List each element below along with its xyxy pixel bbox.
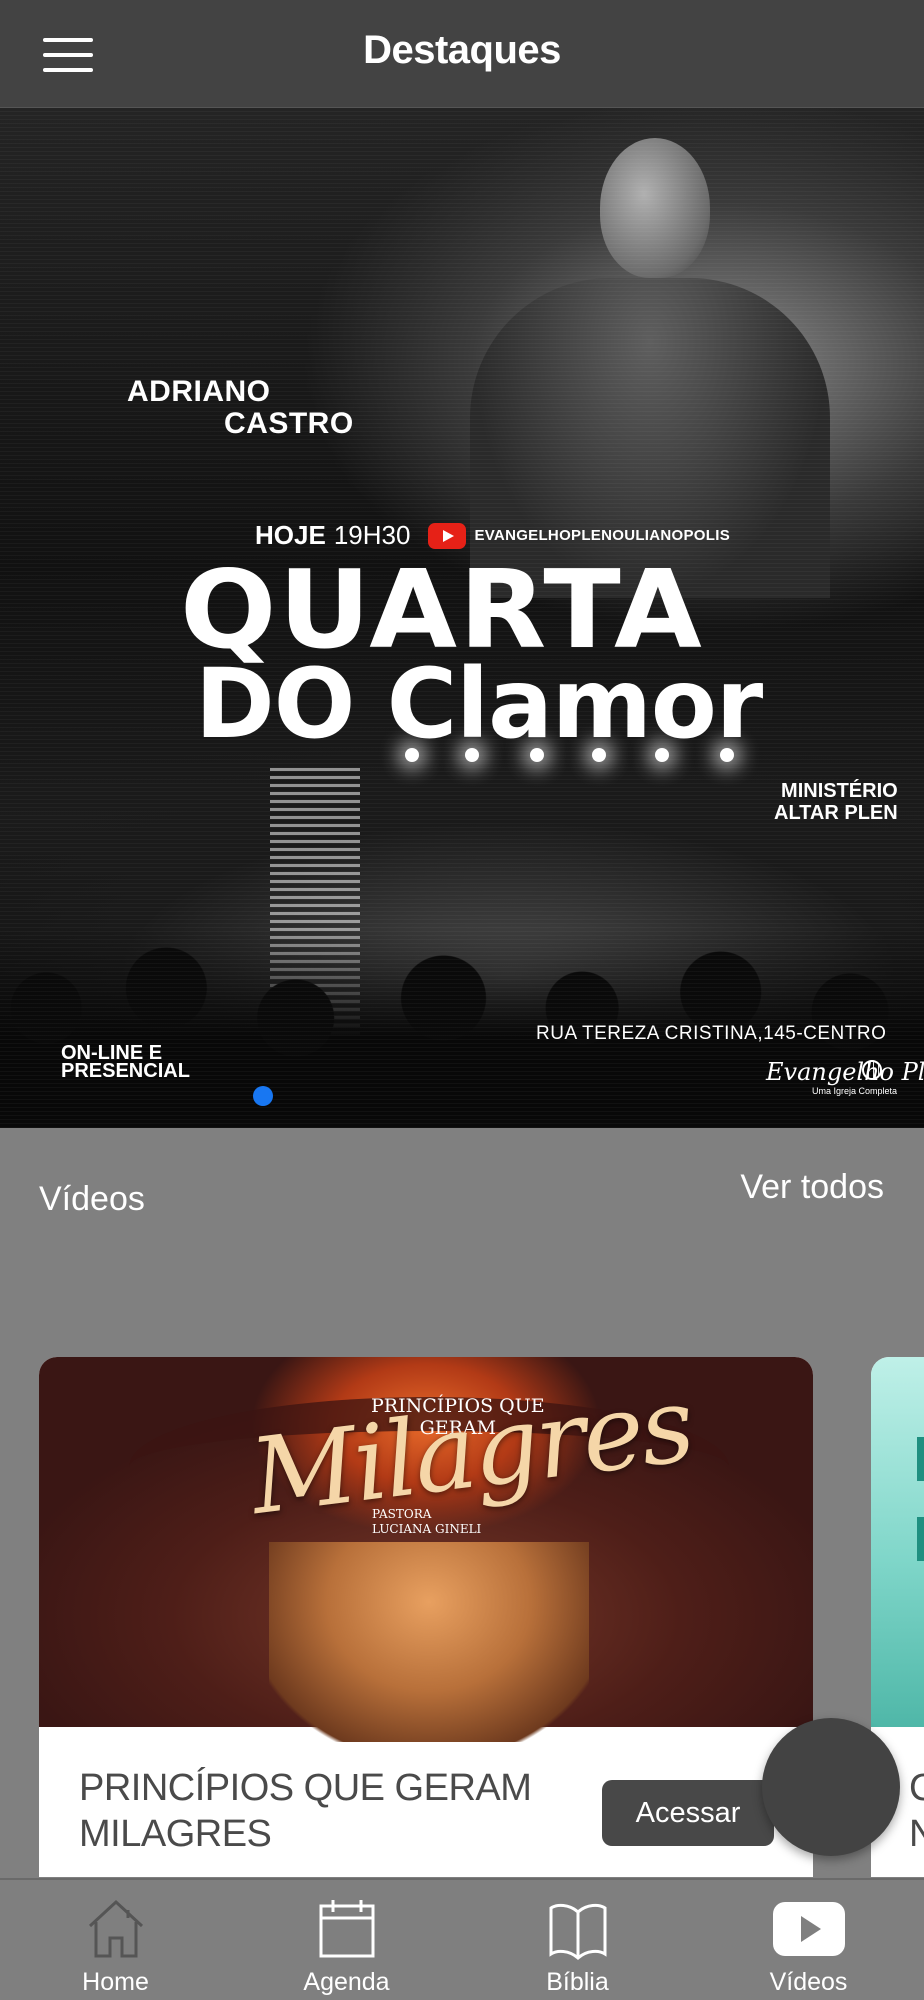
video-thumbnail[interactable]: PRINCÍPIOS QUE GERAM Milagres PASTORA LU… bbox=[39, 1357, 813, 1742]
church-logo: Evangelho Pleno bbox=[766, 1058, 924, 1086]
next-video-thumbnail bbox=[871, 1357, 924, 1727]
see-all-link[interactable]: Ver todos bbox=[740, 1168, 884, 1207]
channel-name: EVANGELHOPLENOULIANOPOLIS bbox=[474, 527, 731, 544]
hands-image bbox=[269, 1542, 589, 1742]
nav-item-home[interactable]: Home bbox=[0, 1880, 231, 2000]
nav-label: Vídeos bbox=[769, 1968, 848, 1996]
headline-line-2: DO Clamor bbox=[195, 648, 763, 760]
video-title: PRINCÍPIOS QUE GERAM MILAGRES bbox=[79, 1767, 532, 1855]
event-address: RUA TEREZA CRISTINA,145-CENTRO bbox=[536, 1023, 887, 1044]
access-button[interactable]: Acessar bbox=[602, 1780, 774, 1846]
nav-item-videos[interactable]: Vídeos bbox=[693, 1880, 924, 2000]
event-time-row: HOJE 19H30 EVANGELHOPLENOULIANOPOLIS bbox=[255, 520, 730, 551]
nav-label: Agenda bbox=[303, 1968, 390, 1996]
video-card[interactable]: PRINCÍPIOS QUE GERAM Milagres PASTORA LU… bbox=[39, 1357, 813, 1877]
church-tagline: Uma Igreja Completa bbox=[812, 1086, 898, 1096]
thumbnail-byline: PASTORA LUCIANA GINELI bbox=[372, 1507, 482, 1536]
videos-section-title: Vídeos bbox=[39, 1180, 145, 1218]
globe-icon bbox=[862, 1060, 882, 1080]
bottom-navigation: Home Agenda Bíblia Vídeos bbox=[0, 1878, 924, 2000]
nav-label: Home bbox=[82, 1968, 149, 1996]
speaker-name: ADRIANO CASTRO bbox=[127, 375, 354, 440]
floating-action-button[interactable] bbox=[762, 1718, 900, 1856]
app-bar: Destaques bbox=[0, 0, 924, 108]
nav-item-agenda[interactable]: Agenda bbox=[231, 1880, 462, 2000]
event-mode-label: ON-LINE E PRESENCIAL bbox=[61, 1042, 190, 1082]
book-icon bbox=[549, 1903, 606, 1960]
youtube-icon bbox=[428, 522, 467, 549]
event-time: 19H30 bbox=[333, 520, 411, 550]
play-icon bbox=[772, 1902, 845, 1956]
page-title: Destaques bbox=[363, 28, 561, 72]
home-icon bbox=[88, 1899, 143, 1958]
carousel-indicator-dot[interactable] bbox=[253, 1086, 273, 1106]
nav-item-biblia[interactable]: Bíblia bbox=[462, 1880, 693, 2000]
featured-banner[interactable]: ADRIANO CASTRO HOJE 19H30 EVANGELHOPLENO… bbox=[0, 108, 924, 1128]
calendar-icon bbox=[319, 1900, 374, 1958]
nav-label: Bíblia bbox=[546, 1968, 609, 1996]
ministry-label: MINISTÉRIO ALTAR PLEN bbox=[774, 780, 898, 824]
day-label: HOJE bbox=[255, 520, 326, 550]
